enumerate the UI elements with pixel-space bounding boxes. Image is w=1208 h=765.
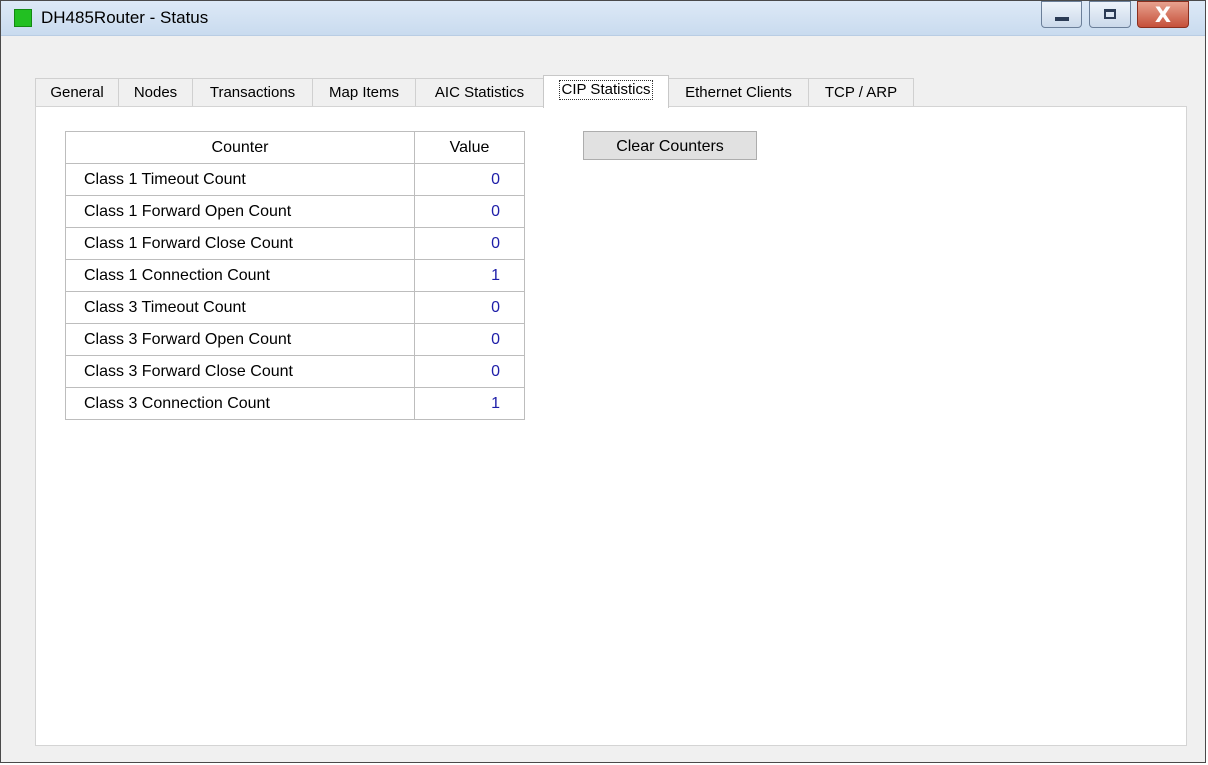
counter-value: 0 xyxy=(414,163,525,196)
counter-column-header[interactable]: Counter xyxy=(65,131,415,164)
table-row[interactable]: Class 3 Forward Close Count 0 xyxy=(65,355,525,388)
maximize-icon xyxy=(1104,9,1116,19)
tab-ethernet-clients[interactable]: Ethernet Clients xyxy=(668,78,809,106)
tab-tcp-arp[interactable]: TCP / ARP xyxy=(808,78,914,106)
counters-table: Counter Value Class 1 Timeout Count 0 Cl… xyxy=(65,131,525,420)
counter-value: 1 xyxy=(414,387,525,420)
tab-label: Nodes xyxy=(133,84,178,101)
close-icon: X xyxy=(1154,3,1172,27)
tab-map-items[interactable]: Map Items xyxy=(312,78,416,106)
tab-general[interactable]: General xyxy=(35,78,119,106)
tab-label: Map Items xyxy=(328,84,400,101)
counter-value: 0 xyxy=(414,227,525,260)
counter-name: Class 3 Forward Open Count xyxy=(65,323,415,356)
tab-label: TCP / ARP xyxy=(824,84,898,101)
counter-value: 0 xyxy=(414,323,525,356)
counter-value: 0 xyxy=(414,195,525,228)
maximize-button[interactable] xyxy=(1089,1,1131,28)
tab-cip-statistics[interactable]: CIP Statistics xyxy=(543,75,669,108)
tab-label: CIP Statistics xyxy=(558,80,654,100)
tab-aic-statistics[interactable]: AIC Statistics xyxy=(415,78,544,106)
counter-name: Class 3 Timeout Count xyxy=(65,291,415,324)
table-row[interactable]: Class 3 Forward Open Count 0 xyxy=(65,323,525,356)
minimize-icon xyxy=(1055,17,1069,21)
table-row[interactable]: Class 1 Forward Open Count 0 xyxy=(65,195,525,228)
title-bar[interactable]: DH485Router - Status X xyxy=(1,1,1205,36)
counter-name: Class 1 Connection Count xyxy=(65,259,415,292)
window-title: DH485Router - Status xyxy=(41,8,209,27)
counter-value: 1 xyxy=(414,259,525,292)
table-row[interactable]: Class 3 Timeout Count 0 xyxy=(65,291,525,324)
close-button[interactable]: X xyxy=(1137,1,1189,28)
table-header-row: Counter Value xyxy=(65,131,525,164)
counter-value: 0 xyxy=(414,355,525,388)
tab-label: General xyxy=(50,84,104,101)
table-row[interactable]: Class 1 Forward Close Count 0 xyxy=(65,227,525,260)
green-square-icon xyxy=(14,9,32,27)
counter-name: Class 3 Forward Close Count xyxy=(65,355,415,388)
minimize-button[interactable] xyxy=(1041,1,1082,28)
table-row[interactable]: Class 1 Timeout Count 0 xyxy=(65,163,525,196)
table-row[interactable]: Class 1 Connection Count 1 xyxy=(65,259,525,292)
status-window: DH485Router - Status X General Nodes Tra… xyxy=(0,0,1206,763)
tab-transactions[interactable]: Transactions xyxy=(192,78,313,106)
cip-statistics-panel: Counter Value Class 1 Timeout Count 0 Cl… xyxy=(35,106,1187,746)
value-column-header[interactable]: Value xyxy=(414,131,525,164)
tab-nodes[interactable]: Nodes xyxy=(118,78,193,106)
tab-label: Ethernet Clients xyxy=(685,84,792,101)
counter-name: Class 1 Timeout Count xyxy=(65,163,415,196)
counter-value: 0 xyxy=(414,291,525,324)
counter-name: Class 1 Forward Close Count xyxy=(65,227,415,260)
tab-label: Transactions xyxy=(209,84,296,101)
tab-label: AIC Statistics xyxy=(434,84,525,101)
counter-name: Class 3 Connection Count xyxy=(65,387,415,420)
clear-counters-button[interactable]: Clear Counters xyxy=(583,131,757,160)
table-row[interactable]: Class 3 Connection Count 1 xyxy=(65,387,525,420)
counter-name: Class 1 Forward Open Count xyxy=(65,195,415,228)
